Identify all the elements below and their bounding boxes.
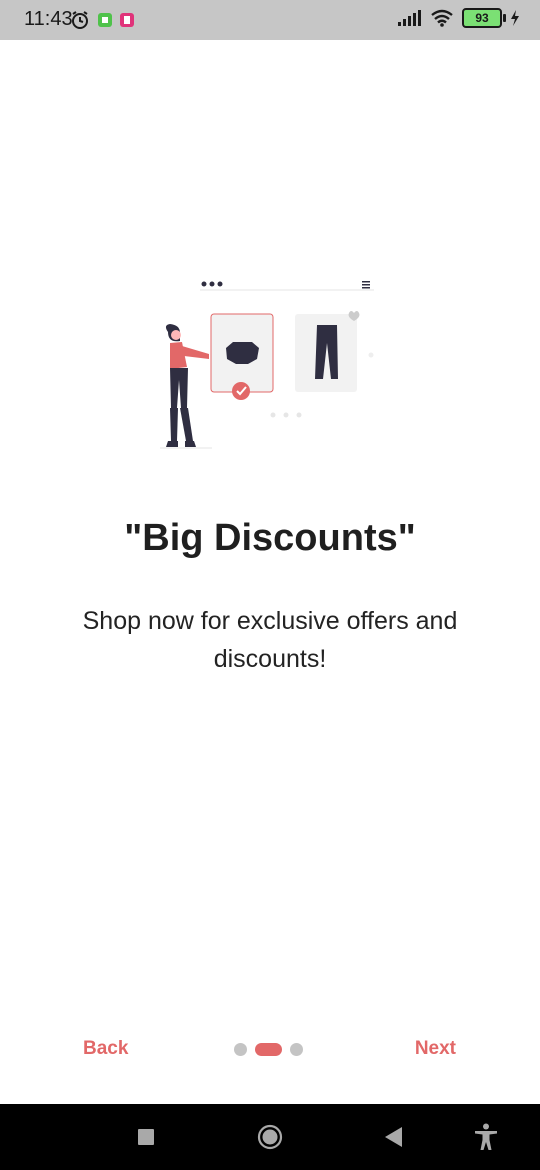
onboarding-subtitle: Shop now for exclusive offers and discou… <box>82 607 458 673</box>
charging-icon <box>511 10 519 26</box>
alarm-icon <box>72 11 88 29</box>
recents-button[interactable] <box>130 1104 162 1170</box>
illustration-dot <box>201 281 207 287</box>
back-button[interactable]: Back <box>83 1038 128 1060</box>
page-dot[interactable] <box>234 1043 247 1056</box>
accessibility-icon <box>475 1123 497 1150</box>
status-right-icons: 93 <box>398 8 520 28</box>
illustration-dot <box>209 281 215 287</box>
illustration-dot <box>368 352 374 358</box>
app-notification-icon <box>98 13 112 27</box>
back-nav-button[interactable] <box>378 1104 410 1170</box>
home-icon <box>257 1124 283 1150</box>
illustration-check-badge <box>232 382 250 400</box>
illustration-menu <box>362 281 370 283</box>
page-indicator <box>234 1043 303 1056</box>
signal-icon <box>398 10 421 26</box>
page-dot[interactable] <box>290 1043 303 1056</box>
illustration-person <box>160 324 212 449</box>
onboarding-title: "Big Discounts" <box>124 517 416 559</box>
illustration-dot <box>217 281 223 287</box>
wifi-icon <box>431 9 453 27</box>
status-time: 11:43 <box>24 8 73 30</box>
back-icon <box>385 1127 402 1147</box>
battery-level: 93 <box>475 11 489 25</box>
status-left-icons <box>70 10 134 30</box>
battery-icon: 93 <box>462 8 506 28</box>
shopping-illustration <box>160 281 374 449</box>
status-bar: 11:43 93 <box>0 0 540 40</box>
home-button[interactable] <box>254 1104 286 1170</box>
accessibility-button[interactable] <box>470 1104 502 1170</box>
system-nav-bar <box>0 1104 540 1170</box>
page-dot-active[interactable] <box>255 1043 282 1056</box>
app-notification-icon <box>120 13 134 27</box>
next-button[interactable]: Next <box>415 1038 456 1060</box>
recents-icon <box>138 1129 154 1145</box>
